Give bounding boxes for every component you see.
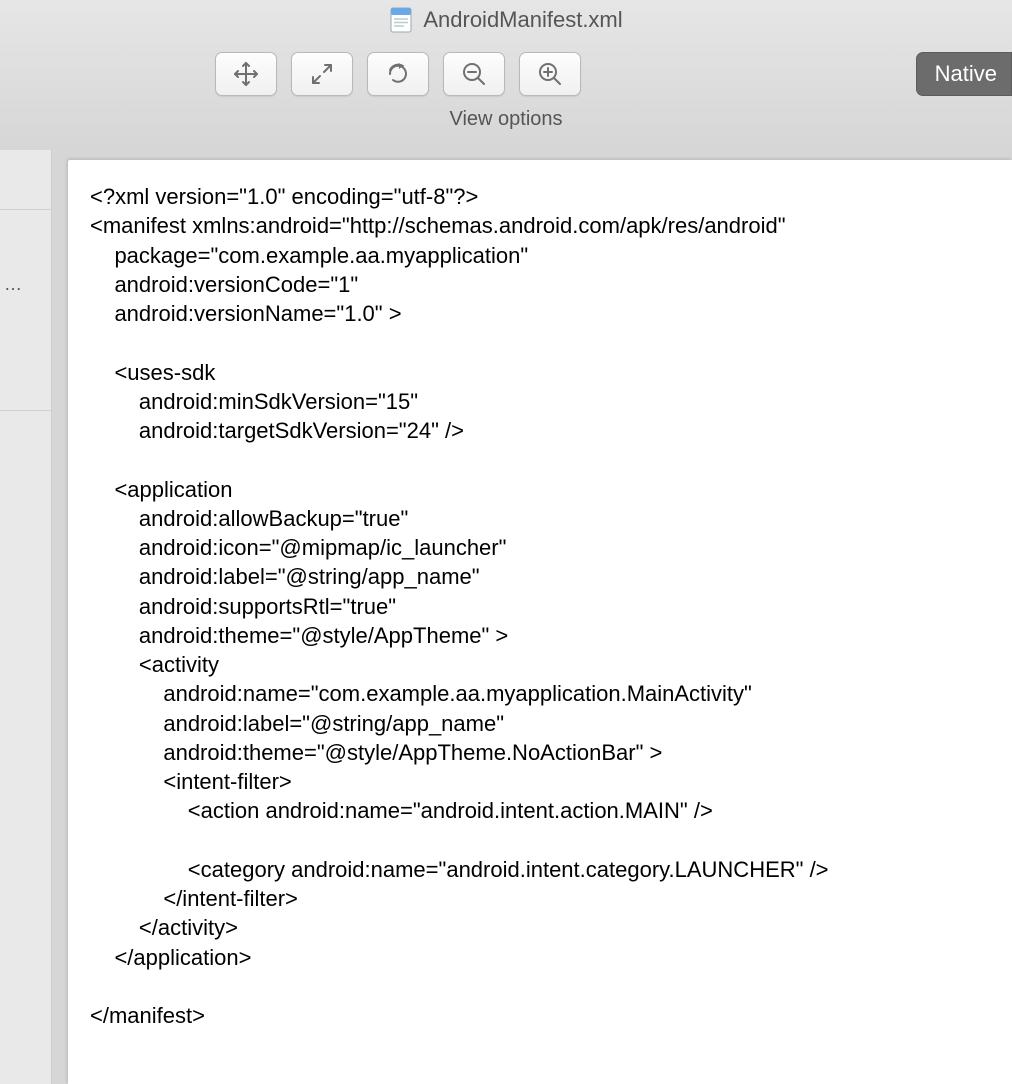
rail-divider — [0, 410, 51, 411]
header: AndroidManifest.xml — [0, 0, 1012, 150]
pan-move-button[interactable] — [215, 52, 277, 96]
native-mode-button[interactable]: Native — [916, 52, 1012, 96]
file-icon — [389, 6, 413, 34]
rail-divider — [0, 209, 51, 210]
native-mode-label: Native — [935, 61, 997, 87]
zoom-out-icon — [460, 60, 488, 88]
zoom-in-button[interactable] — [519, 52, 581, 96]
toolbar — [0, 34, 1012, 96]
fit-zoom-button[interactable] — [291, 52, 353, 96]
content-wrap: <?xml version="1.0" encoding="utf-8"?> <… — [52, 150, 1012, 1084]
refresh-button[interactable] — [367, 52, 429, 96]
filename-label: AndroidManifest.xml — [423, 7, 622, 33]
view-options-label: View options — [0, 96, 1012, 131]
zoom-out-button[interactable] — [443, 52, 505, 96]
move-arrows-icon — [232, 60, 260, 88]
document-panel[interactable]: <?xml version="1.0" encoding="utf-8"?> <… — [68, 160, 1012, 1084]
body: … <?xml version="1.0" encoding="utf-8"?>… — [0, 150, 1012, 1084]
refresh-icon — [384, 60, 412, 88]
title-row: AndroidManifest.xml — [0, 0, 1012, 34]
rail-ellipsis: … — [4, 274, 24, 295]
left-rail: … — [0, 150, 52, 1084]
xml-code: <?xml version="1.0" encoding="utf-8"?> <… — [90, 182, 1012, 1030]
zoom-in-icon — [536, 60, 564, 88]
expand-diagonal-icon — [308, 60, 336, 88]
